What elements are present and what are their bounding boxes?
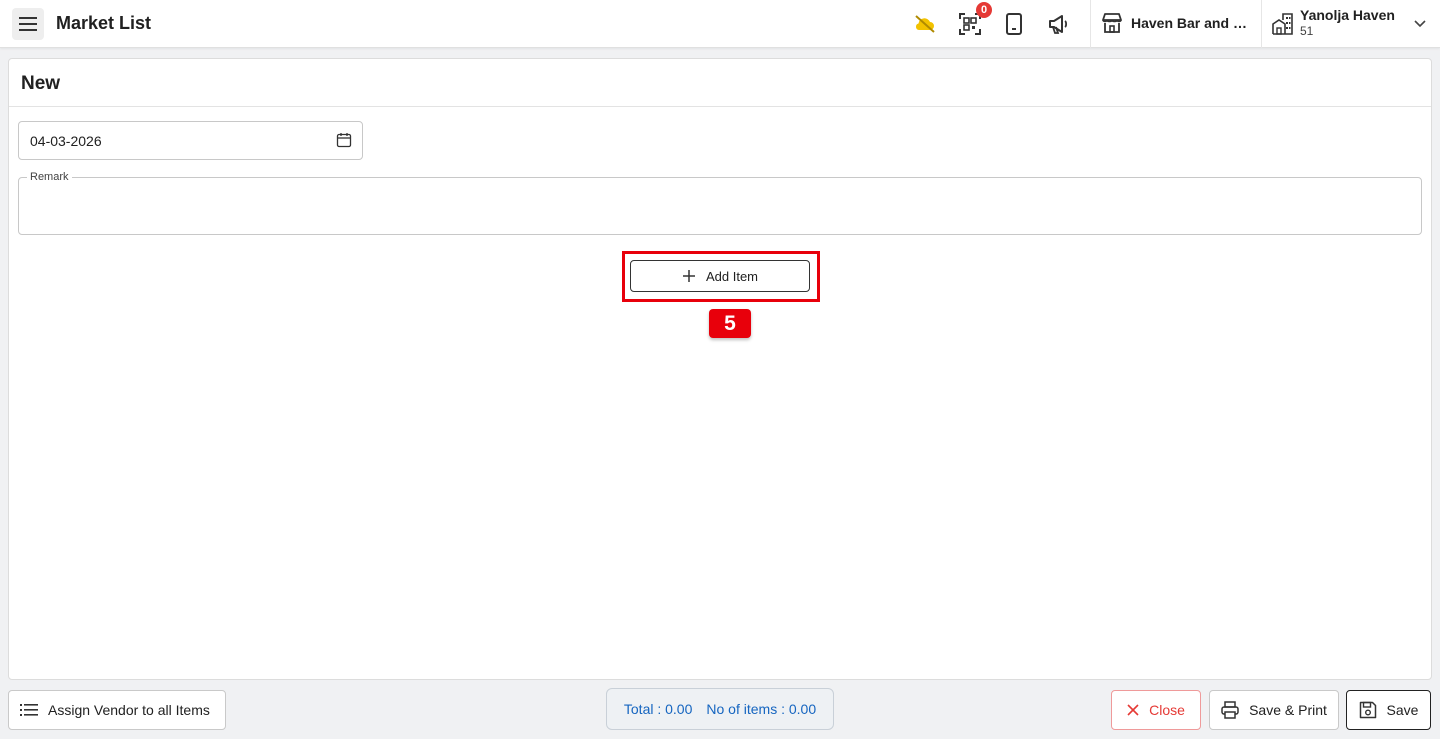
divider bbox=[9, 106, 1431, 107]
save-print-button[interactable]: Save & Print bbox=[1209, 690, 1339, 730]
add-item-label: Add Item bbox=[705, 268, 759, 284]
save-button[interactable]: Save bbox=[1346, 690, 1431, 730]
close-label: Close bbox=[1149, 702, 1185, 718]
outlet-selector[interactable]: Haven Bar and R... bbox=[1101, 12, 1249, 34]
property-code: 51 bbox=[1300, 24, 1314, 38]
store-icon bbox=[1102, 13, 1122, 33]
remark-label: Remark bbox=[27, 171, 72, 183]
floppy-disk-icon bbox=[1359, 701, 1376, 719]
assign-vendor-button[interactable]: Assign Vendor to all Items bbox=[8, 690, 226, 730]
form-title: New bbox=[21, 73, 61, 94]
device-button[interactable] bbox=[1002, 12, 1026, 36]
printer-icon bbox=[1221, 701, 1239, 719]
megaphone-icon bbox=[1049, 15, 1068, 34]
date-field[interactable]: 04-03-2026 bbox=[18, 121, 363, 160]
calendar-icon[interactable] bbox=[336, 132, 352, 148]
qr-code-icon bbox=[959, 13, 981, 35]
tablet-icon bbox=[1006, 13, 1022, 35]
cloud-off-icon bbox=[915, 15, 935, 33]
remark-field[interactable]: Remark bbox=[18, 171, 1422, 235]
page-title: Market List bbox=[56, 13, 152, 33]
menu-button[interactable] bbox=[12, 8, 44, 40]
list-icon bbox=[20, 704, 38, 716]
announcements-button[interactable] bbox=[1046, 12, 1070, 36]
property-name: Yanolja Haven bbox=[1300, 7, 1395, 23]
save-print-label: Save & Print bbox=[1249, 702, 1327, 718]
total-amount: Total : 0.00 bbox=[623, 701, 693, 717]
market-list-form-card: New 04-03-2026 Remark Add Item 5 bbox=[8, 58, 1432, 680]
add-item-button[interactable]: Add Item bbox=[630, 260, 810, 292]
outlet-name: Haven Bar and R... bbox=[1131, 15, 1249, 31]
save-label: Save bbox=[1386, 702, 1419, 718]
header-divider bbox=[1261, 0, 1262, 48]
property-selector[interactable]: Yanolja Haven 51 bbox=[1272, 6, 1395, 38]
cloud-sync-button[interactable] bbox=[913, 12, 937, 36]
chevron-down-icon[interactable] bbox=[1412, 16, 1428, 32]
top-app-bar: Market List 0 Haven Bar and R... Yanolja… bbox=[0, 0, 1440, 48]
date-value: 04-03-2026 bbox=[30, 133, 102, 149]
notification-badge: 0 bbox=[976, 2, 992, 18]
item-count: No of items : 0.00 bbox=[706, 701, 817, 717]
assign-vendor-label: Assign Vendor to all Items bbox=[48, 702, 210, 718]
plus-icon bbox=[682, 270, 695, 282]
annotation-step-badge: 5 bbox=[709, 309, 751, 338]
building-icon bbox=[1272, 13, 1293, 35]
close-icon bbox=[1127, 704, 1139, 716]
header-divider bbox=[1090, 0, 1091, 48]
close-button[interactable]: Close bbox=[1111, 690, 1201, 730]
totals-summary: Total : 0.00 No of items : 0.00 bbox=[606, 688, 834, 730]
menu-icon bbox=[19, 17, 37, 31]
